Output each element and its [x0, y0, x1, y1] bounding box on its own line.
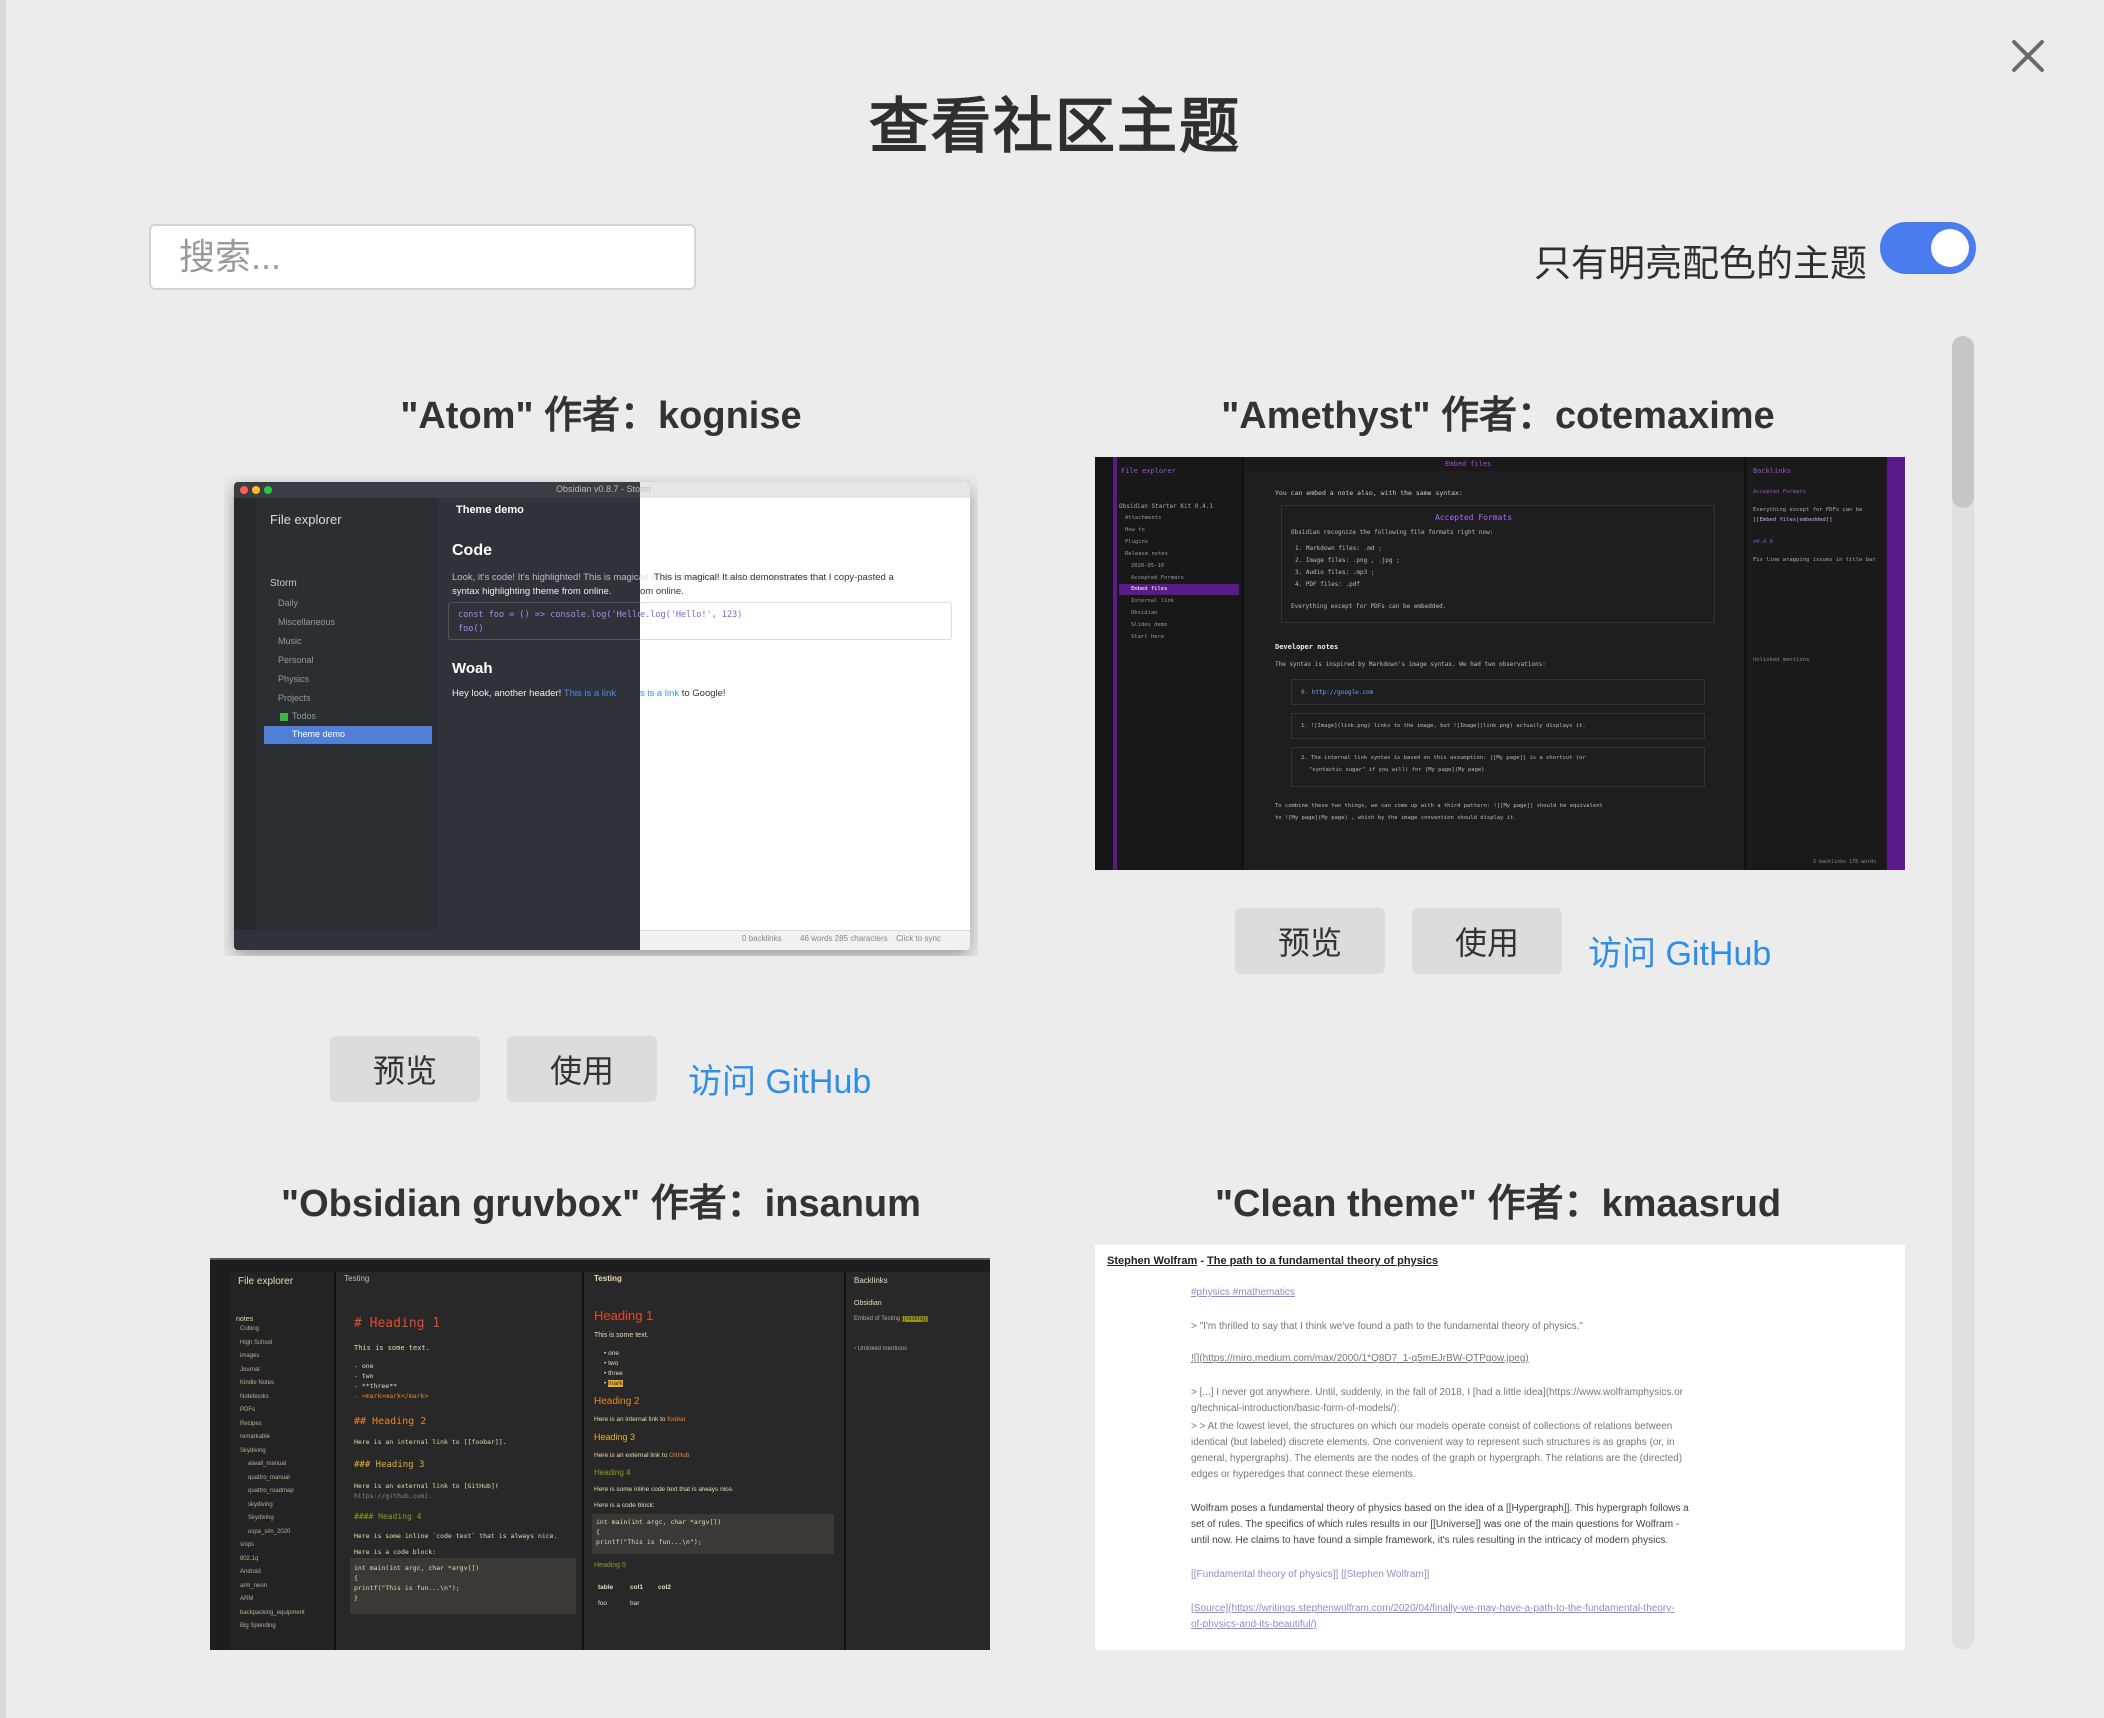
theme-screenshot-atom[interactable]: Obsidian v0.8.7 - Storm File explorer St… — [224, 474, 978, 956]
para-3: Hey look, another header! This is a link… — [452, 688, 663, 699]
toggle-knob — [1931, 229, 1969, 267]
file-item: Personal — [278, 655, 314, 665]
github-link-amethyst[interactable]: 访问 GitHub — [1588, 926, 1771, 975]
theme-title-amethyst: "Amethyst" 作者：cotemaxime — [1221, 395, 1775, 437]
preview-button-atom[interactable]: 预览 — [330, 1036, 480, 1102]
theme-title-clean: "Clean theme" 作者：kmaasrud — [1214, 1183, 1782, 1225]
dialog-title: 查看社区主题 — [869, 93, 1241, 160]
theme-title-atom: "Atom" 作者：kognise — [400, 395, 802, 437]
file-item: Todos — [292, 711, 317, 721]
para-2: syntax highlighting theme from online. — [452, 586, 612, 597]
file-item: backpacking_equipment — [240, 1609, 305, 1616]
theme-screenshot-amethyst[interactable]: File explorer Obsidian Starter Kit 0.4.1… — [1095, 457, 1905, 870]
preview-button-amethyst[interactable]: 预览 — [1235, 908, 1385, 974]
file-item: PDFs — [240, 1407, 255, 1413]
theme-screenshot-clean[interactable]: Stephen Wolfram - The path to a fundamen… — [1095, 1245, 1905, 1650]
light-only-toggle-label: 只有明亮配色的主题 — [1534, 243, 1867, 284]
file-item: aiwall_manual — [248, 1461, 287, 1467]
file-item: quattro_roadmap — [248, 1488, 294, 1494]
community-themes-modal: 查看社区主题 只有明亮配色的主题 "Atom" 作者：kognise Obsid… — [0, 0, 2104, 1718]
file-item: Skydiving — [240, 1447, 266, 1454]
file-item: Notebooks — [240, 1393, 269, 1400]
search-input[interactable] — [149, 224, 696, 290]
file-item: Android — [240, 1569, 261, 1575]
scrollbar-track[interactable] — [1952, 336, 1974, 1650]
status-sync: Click to sync — [896, 934, 941, 943]
file-item: Music — [278, 636, 302, 646]
file-item: quattro_manual — [248, 1474, 290, 1481]
use-button-amethyst[interactable]: 使用 — [1412, 908, 1562, 974]
light-only-toggle[interactable] — [1880, 222, 1976, 274]
file-item: Kindle Notes — [240, 1380, 275, 1386]
file-item: Big Spending — [240, 1623, 276, 1629]
para-1-light: This is magical! It also demonstrates th… — [654, 572, 894, 583]
file-item: Miscellaneous — [278, 617, 336, 627]
theme-title-gruvbox: "Obsidian gruvbox" 作者：insanum — [281, 1183, 921, 1225]
scrollbar-thumb[interactable] — [1952, 336, 1974, 508]
file-explorer-title: File explorer — [270, 512, 342, 527]
file-item: uspa_sim_2020 — [248, 1528, 291, 1535]
file-item: Recipes — [240, 1420, 262, 1427]
file-item: remarkable — [240, 1434, 271, 1440]
file-item: Skydiving — [248, 1515, 274, 1521]
heading-woah: Woah — [452, 660, 493, 677]
file-item: Daily — [278, 598, 299, 608]
theme-screenshot-gruvbox[interactable]: File explorer notes Cubing High School ima… — [210, 1258, 990, 1650]
heading-code: Code — [452, 542, 492, 559]
tab-title: Theme demo — [456, 504, 524, 516]
status-backlinks: 0 backlinks — [742, 934, 782, 943]
status-words: 46 words 285 characters — [800, 934, 888, 943]
file-item: snips — [240, 1542, 255, 1548]
file-item: images — [240, 1353, 260, 1359]
file-explorer-title: File explorer — [1121, 467, 1176, 475]
file-item: Physics — [278, 674, 310, 684]
vault-name: Storm — [270, 578, 297, 589]
file-item: Journal — [240, 1366, 260, 1373]
window-title: Obsidian v0.8.7 - Storm — [556, 484, 651, 494]
file-item: ARM — [240, 1596, 254, 1602]
code-line-2: foo() — [458, 624, 484, 634]
file-item: 802.1q — [240, 1555, 259, 1562]
file-item: skydiving — [248, 1501, 273, 1508]
github-link-atom[interactable]: 访问 GitHub — [688, 1054, 871, 1103]
file-item-active: Theme demo — [292, 729, 346, 739]
use-button-atom[interactable]: 使用 — [507, 1036, 657, 1102]
file-item: arm_neon — [240, 1582, 268, 1589]
close-icon[interactable] — [1998, 26, 2058, 86]
file-item: Projects — [278, 693, 311, 703]
file-item: High School — [240, 1339, 273, 1346]
file-item: Cubing — [240, 1326, 260, 1332]
